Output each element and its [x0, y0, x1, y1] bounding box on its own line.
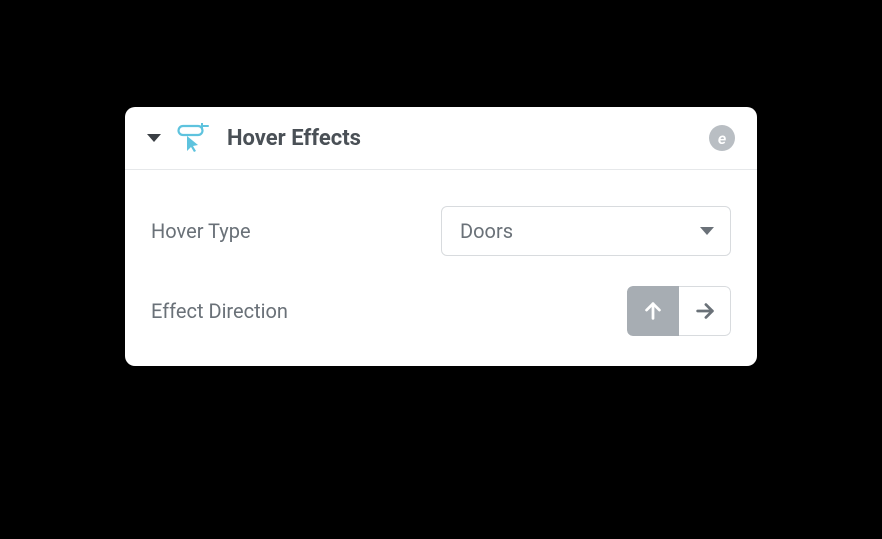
chevron-down-icon [700, 227, 714, 235]
effect-direction-label: Effect Direction [151, 299, 341, 323]
direction-right-button[interactable] [679, 286, 731, 336]
direction-up-button[interactable] [627, 286, 679, 336]
effect-direction-toggle [627, 286, 731, 336]
hover-type-label: Hover Type [151, 219, 341, 243]
hover-type-select[interactable]: Doors [441, 206, 731, 256]
arrow-up-icon [642, 300, 664, 322]
hover-type-row: Hover Type Doors [151, 206, 731, 256]
elementor-badge-icon: e [709, 125, 735, 151]
panel-body: Hover Type Doors Effect Direction [125, 170, 757, 366]
hover-effects-panel: Hover Effects e Hover Type Doors Effect … [125, 107, 757, 366]
effect-direction-row: Effect Direction [151, 286, 731, 336]
hover-type-value: Doors [460, 219, 513, 243]
panel-header: Hover Effects e [125, 107, 757, 170]
collapse-caret-icon[interactable] [147, 134, 161, 142]
arrow-right-icon [694, 300, 716, 322]
panel-title: Hover Effects [227, 126, 699, 151]
hover-cursor-icon [177, 123, 211, 153]
